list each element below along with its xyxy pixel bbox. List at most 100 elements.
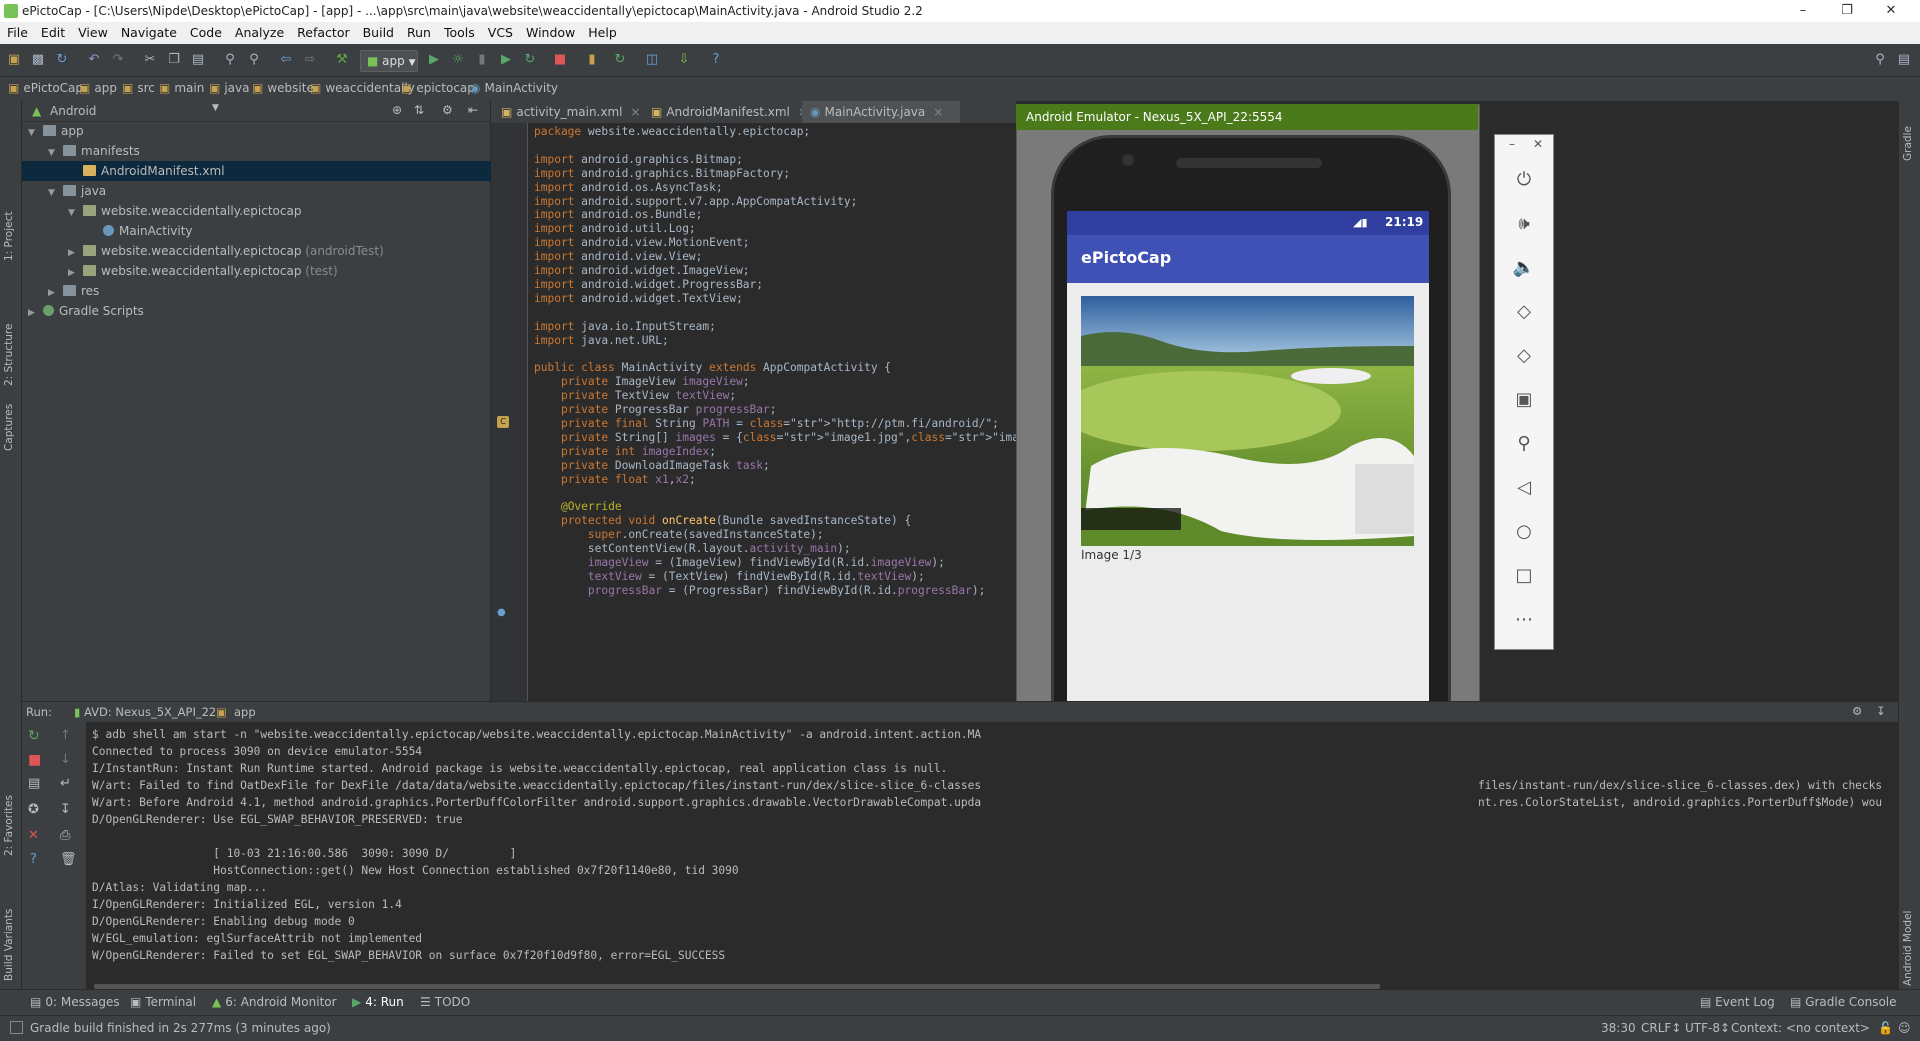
editor-tab[interactable]: ▣ activity_main.xml × xyxy=(493,101,641,123)
help-icon[interactable]: ? xyxy=(708,52,724,68)
project-view-select[interactable]: Android xyxy=(50,104,96,118)
menu-item-edit[interactable]: Edit xyxy=(34,22,71,40)
tree-node[interactable]: ▼ manifests xyxy=(22,141,140,161)
tree-node[interactable]: ▶ website.weaccidentally.epictocap (andro… xyxy=(22,241,384,261)
tree-node[interactable]: ▶ website.weaccidentally.epictocap (test) xyxy=(22,261,338,281)
breadcrumb-item[interactable]: ▣ website xyxy=(252,81,314,95)
lock-icon[interactable]: 🔓 xyxy=(1878,1021,1893,1035)
tree-node[interactable]: ▼ website.weaccidentally.epictocap xyxy=(22,201,301,221)
pin-icon[interactable]: ✪ xyxy=(28,802,39,817)
tree-node[interactable]: ▶ Gradle Scripts xyxy=(22,301,144,321)
menu-item-run[interactable]: Run xyxy=(400,22,437,40)
downloaded-image[interactable] xyxy=(1081,296,1414,546)
expand-arrow-icon[interactable]: ▼ xyxy=(28,123,40,143)
run-module-tab[interactable]: app xyxy=(234,705,256,719)
line-separator[interactable]: CRLF↕ xyxy=(1641,1021,1681,1035)
gear-icon[interactable]: ⚙ xyxy=(442,103,453,117)
breadcrumb-item[interactable]: ▣ epictocap xyxy=(401,81,475,95)
editor-tab[interactable]: ▣AndroidManifest.xml× xyxy=(643,101,808,123)
run-device-tab[interactable]: AVD: Nexus_5X_API_22 xyxy=(84,705,216,719)
tool-tab-todo[interactable]: ☰ TODO xyxy=(420,995,470,1009)
camera-icon[interactable]: ▣ xyxy=(1495,389,1553,410)
back-control-icon[interactable]: ◁ xyxy=(1495,477,1553,498)
captures-tool-tab[interactable]: Captures xyxy=(3,404,15,451)
volume-down-icon[interactable]: 🔈 xyxy=(1495,257,1553,278)
minimize-button[interactable]: – xyxy=(1783,2,1823,20)
tool-tab-6-android-monitor[interactable]: ▲ 6: Android Monitor xyxy=(212,995,337,1009)
clear-all-icon[interactable]: 🗑 xyxy=(60,852,77,867)
zoom-icon[interactable]: ⚲ xyxy=(1495,433,1553,454)
save-all-icon[interactable]: ▩ xyxy=(30,52,46,68)
open-folder-icon[interactable]: ▣ xyxy=(6,52,22,68)
menu-item-file[interactable]: File xyxy=(0,22,34,40)
tree-node[interactable]: ▼ java xyxy=(22,181,106,201)
debug-icon[interactable]: ☼ xyxy=(450,52,466,68)
breadcrumb-item[interactable]: ▣ main xyxy=(159,81,204,95)
breadcrumb-item[interactable]: ▣ src xyxy=(122,81,155,95)
replace-icon[interactable]: ⚲ xyxy=(246,52,262,68)
run-config-select[interactable]: ■ app ▼ xyxy=(360,50,418,72)
home-control-icon[interactable]: ○ xyxy=(1495,521,1553,542)
tool-tab-0-messages[interactable]: ▤ 0: Messages xyxy=(30,995,120,1009)
scroll-from-source-icon[interactable]: ⊕ xyxy=(392,103,402,117)
expand-arrow-icon[interactable]: ▼ xyxy=(68,203,80,223)
attach-debugger-icon[interactable]: ▮ xyxy=(474,52,490,68)
close-button[interactable]: ✕ xyxy=(1871,2,1911,20)
cut-icon[interactable]: ✂ xyxy=(142,52,158,68)
scroll-up-icon[interactable]: ↑ xyxy=(60,728,71,743)
caret-position[interactable]: 38:30 xyxy=(1601,1021,1636,1035)
collapse-arrow-icon[interactable]: ▶ xyxy=(68,263,80,283)
sync-icon[interactable]: ↻ xyxy=(54,52,70,68)
copy-icon[interactable]: ❐ xyxy=(166,52,182,68)
undo-icon[interactable]: ↶ xyxy=(86,52,102,68)
tool-tab-terminal[interactable]: ▣ Terminal xyxy=(130,995,196,1009)
sync-gradle-icon[interactable]: ↻ xyxy=(612,52,628,68)
file-encoding[interactable]: UTF-8↕ xyxy=(1685,1021,1730,1035)
sdk-manager-icon[interactable]: ◫ xyxy=(644,52,660,68)
menu-item-window[interactable]: Window xyxy=(519,22,581,40)
favorites-tool-tab[interactable]: 2: Favorites xyxy=(3,795,15,856)
paste-icon[interactable]: ▤ xyxy=(190,52,206,68)
more-icon[interactable]: ⋯ xyxy=(1495,609,1553,630)
breadcrumb-item[interactable]: ▣ app xyxy=(79,81,117,95)
hide-panel-icon[interactable]: ⇤ xyxy=(468,103,478,117)
expand-arrow-icon[interactable]: ▼ xyxy=(48,143,60,163)
tree-node[interactable]: ▼ app xyxy=(22,121,84,141)
breadcrumb-item[interactable]: ▣ weaccidentally xyxy=(310,81,415,95)
code-editor[interactable]: package website.weaccidentally.epictocap… xyxy=(528,123,1016,701)
tree-node[interactable]: ▶ res xyxy=(22,281,99,301)
collapse-all-icon[interactable]: ⇅ xyxy=(414,103,424,117)
menu-item-view[interactable]: View xyxy=(71,22,114,40)
menu-item-vcs[interactable]: VCS xyxy=(481,22,519,40)
emulator-minimize-icon[interactable]: – xyxy=(1509,137,1515,151)
profile-icon[interactable]: ▶ xyxy=(498,52,514,68)
run-console[interactable]: $ adb shell am start -n "website.weaccid… xyxy=(86,722,1898,988)
run-settings-icon[interactable]: ⚙ xyxy=(1852,704,1862,718)
avd-manager-icon[interactable]: ▮ xyxy=(584,52,600,68)
project-tool-tab[interactable]: 1: Project xyxy=(3,212,15,261)
find-icon[interactable]: ⚲ xyxy=(222,52,238,68)
tree-node[interactable]: MainActivity xyxy=(22,221,193,241)
rerun-icon[interactable]: ↻ xyxy=(28,728,40,744)
breadcrumb-item[interactable]: ▣ java xyxy=(209,81,250,95)
menu-item-code[interactable]: Code xyxy=(183,22,228,40)
tool-tab-4-run[interactable]: ▶ 4: Run xyxy=(352,995,404,1009)
editor-tab[interactable]: ◉ MainActivity.java × xyxy=(802,101,960,123)
soft-wrap-icon[interactable]: ↵ xyxy=(60,776,71,791)
chevron-down-icon[interactable]: ▼ xyxy=(212,103,219,113)
overview-control-icon[interactable]: □ xyxy=(1495,565,1553,586)
back-icon[interactable]: ⇦ xyxy=(278,52,294,68)
forward-icon[interactable]: ⇨ xyxy=(302,52,318,68)
scroll-to-end-icon[interactable]: ↧ xyxy=(60,802,71,817)
search-everywhere-icon[interactable]: ⚲ xyxy=(1872,52,1888,68)
rotate-left-icon[interactable]: ◇ xyxy=(1495,301,1553,322)
android-model-tool-tab[interactable]: Android Model xyxy=(1902,911,1914,986)
android-device-monitor-icon[interactable]: ⇩ xyxy=(676,52,692,68)
override-marker-icon[interactable]: ● xyxy=(497,607,506,618)
structure-tool-tab[interactable]: 2: Structure xyxy=(3,324,15,386)
menu-item-analyze[interactable]: Analyze xyxy=(228,22,290,40)
run-icon[interactable]: ▶ xyxy=(426,52,442,68)
collapse-arrow-icon[interactable]: ▶ xyxy=(68,243,80,263)
redo-icon[interactable]: ↷ xyxy=(110,52,126,68)
scroll-down-icon[interactable]: ↓ xyxy=(60,752,71,767)
